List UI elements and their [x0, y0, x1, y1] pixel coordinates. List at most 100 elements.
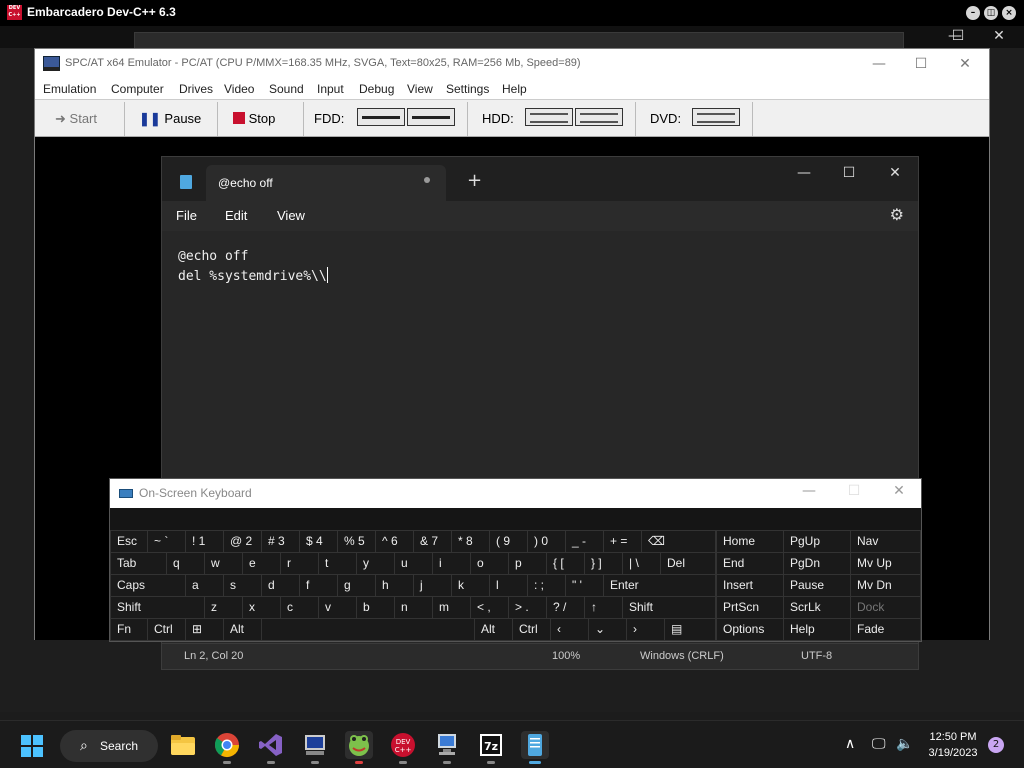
key-6[interactable]: ^ 6 [376, 531, 413, 552]
network-icon[interactable]: 🖵 [872, 736, 886, 752]
notification-badge[interactable]: 2 [988, 737, 1004, 753]
menu-key-icon[interactable]: ▤ [665, 619, 715, 640]
menu-computer[interactable]: Computer [111, 82, 164, 96]
key-r[interactable]: r [281, 553, 318, 574]
key-c[interactable]: c [281, 597, 318, 618]
key-b[interactable]: b [357, 597, 394, 618]
key-help[interactable]: Help [784, 619, 850, 640]
mdi-close-button[interactable]: ✕ [984, 28, 1014, 44]
key-w[interactable]: w [205, 553, 242, 574]
key-close-bracket[interactable]: } ] [585, 553, 622, 574]
key-ctrl-left[interactable]: Ctrl [148, 619, 185, 640]
emulator-close-button[interactable]: ✕ [945, 53, 985, 75]
close-icon[interactable]: × [1002, 6, 1016, 20]
frog-app-icon[interactable] [345, 731, 373, 764]
dvd-drive-icon[interactable] [692, 108, 740, 126]
key-m[interactable]: m [433, 597, 470, 618]
key-home[interactable]: Home [717, 531, 783, 552]
key-p[interactable]: p [509, 553, 546, 574]
key-minus[interactable]: _ - [566, 531, 603, 552]
key-space[interactable] [262, 619, 474, 640]
key-end[interactable]: End [717, 553, 783, 574]
menu-sound[interactable]: Sound [269, 82, 304, 96]
key-semicolon[interactable]: : ; [528, 575, 565, 596]
key-e[interactable]: e [243, 553, 280, 574]
backspace-icon[interactable]: ⌫ [642, 531, 715, 552]
key-slash[interactable]: ? / [547, 597, 584, 618]
unsaved-dot-icon[interactable] [424, 177, 430, 183]
chrome-icon[interactable] [213, 731, 241, 764]
key-fn[interactable]: Fn [111, 619, 147, 640]
key-5[interactable]: % 5 [338, 531, 375, 552]
emulator-minimize-button[interactable]: — [859, 53, 899, 75]
key-mv-dn[interactable]: Mv Dn [851, 575, 920, 596]
key-shift-right[interactable]: Shift [623, 597, 715, 618]
network-app-icon[interactable] [433, 731, 461, 764]
hdd-drive-0-icon[interactable] [525, 108, 573, 126]
key-9[interactable]: ( 9 [490, 531, 527, 552]
notepad-menu-edit[interactable]: Edit [225, 208, 247, 223]
notepad-close-button[interactable]: ✕ [880, 165, 910, 187]
hdd-drive-1-icon[interactable] [575, 108, 623, 126]
key-insert[interactable]: Insert [717, 575, 783, 596]
arrow-right-icon[interactable]: › [627, 619, 664, 640]
notepad-minimize-button[interactable]: — [789, 165, 819, 187]
key-caps[interactable]: Caps [111, 575, 185, 596]
visual-studio-icon[interactable] [257, 731, 285, 764]
key-y[interactable]: y [357, 553, 394, 574]
key-tilde[interactable]: ~ ` [148, 531, 185, 552]
windows-key-icon[interactable]: ⊞ [186, 619, 223, 640]
notepad-menu-view[interactable]: View [277, 208, 305, 223]
key-2[interactable]: @ 2 [224, 531, 261, 552]
menu-view[interactable]: View [407, 82, 433, 96]
line-ending[interactable]: Windows (CRLF) [640, 650, 724, 662]
key-k[interactable]: k [452, 575, 489, 596]
key-pgdn[interactable]: PgDn [784, 553, 850, 574]
windows-start-icon[interactable] [20, 734, 44, 758]
key-pgup[interactable]: PgUp [784, 531, 850, 552]
key-x[interactable]: x [243, 597, 280, 618]
start-button[interactable]: ➜ Start [55, 104, 97, 134]
taskbar-search-button[interactable]: ⌕ Search [60, 730, 158, 762]
notepad-taskbar-icon[interactable] [521, 731, 549, 764]
key-0[interactable]: ) 0 [528, 531, 565, 552]
key-nav[interactable]: Nav [851, 531, 920, 552]
key-shift-left[interactable]: Shift [111, 597, 204, 618]
taskbar-clock[interactable]: 12:50 PM 3/19/2023 [922, 729, 984, 761]
key-t[interactable]: t [319, 553, 356, 574]
zoom-level[interactable]: 100% [552, 650, 580, 662]
key-scrlk[interactable]: ScrLk [784, 597, 850, 618]
fdd-drive-b-icon[interactable] [407, 108, 455, 126]
key-7[interactable]: & 7 [414, 531, 451, 552]
key-fade[interactable]: Fade [851, 619, 920, 640]
key-8[interactable]: * 8 [452, 531, 489, 552]
key-f[interactable]: f [300, 575, 337, 596]
key-z[interactable]: z [205, 597, 242, 618]
notepad-tab[interactable]: @echo off [206, 165, 446, 201]
key-alt-left[interactable]: Alt [224, 619, 261, 640]
key-quote[interactable]: " ' [566, 575, 603, 596]
key-enter[interactable]: Enter [604, 575, 715, 596]
fdd-drive-a-icon[interactable] [357, 108, 405, 126]
key-equals[interactable]: + = [604, 531, 641, 552]
key-mv-up[interactable]: Mv Up [851, 553, 920, 574]
menu-video[interactable]: Video [224, 82, 254, 96]
menu-emulation[interactable]: Emulation [43, 82, 96, 96]
key-period[interactable]: > . [509, 597, 546, 618]
key-a[interactable]: a [186, 575, 223, 596]
key-4[interactable]: $ 4 [300, 531, 337, 552]
restore-icon[interactable]: ◫ [984, 6, 998, 20]
key-g[interactable]: g [338, 575, 375, 596]
key-options[interactable]: Options [717, 619, 783, 640]
chevron-up-icon[interactable]: ∧ [845, 736, 855, 752]
volume-icon[interactable]: 🔈 [896, 736, 913, 752]
key-i[interactable]: i [433, 553, 470, 574]
encoding[interactable]: UTF-8 [801, 650, 832, 662]
key-n[interactable]: n [395, 597, 432, 618]
stop-button[interactable]: Stop [233, 104, 275, 134]
notepad-maximize-button[interactable]: ☐ [834, 165, 864, 187]
osk-maximize-button[interactable]: ☐ [842, 483, 866, 503]
arrow-up-icon[interactable]: ↑ [585, 597, 622, 618]
menu-help[interactable]: Help [502, 82, 527, 96]
menu-input[interactable]: Input [317, 82, 344, 96]
